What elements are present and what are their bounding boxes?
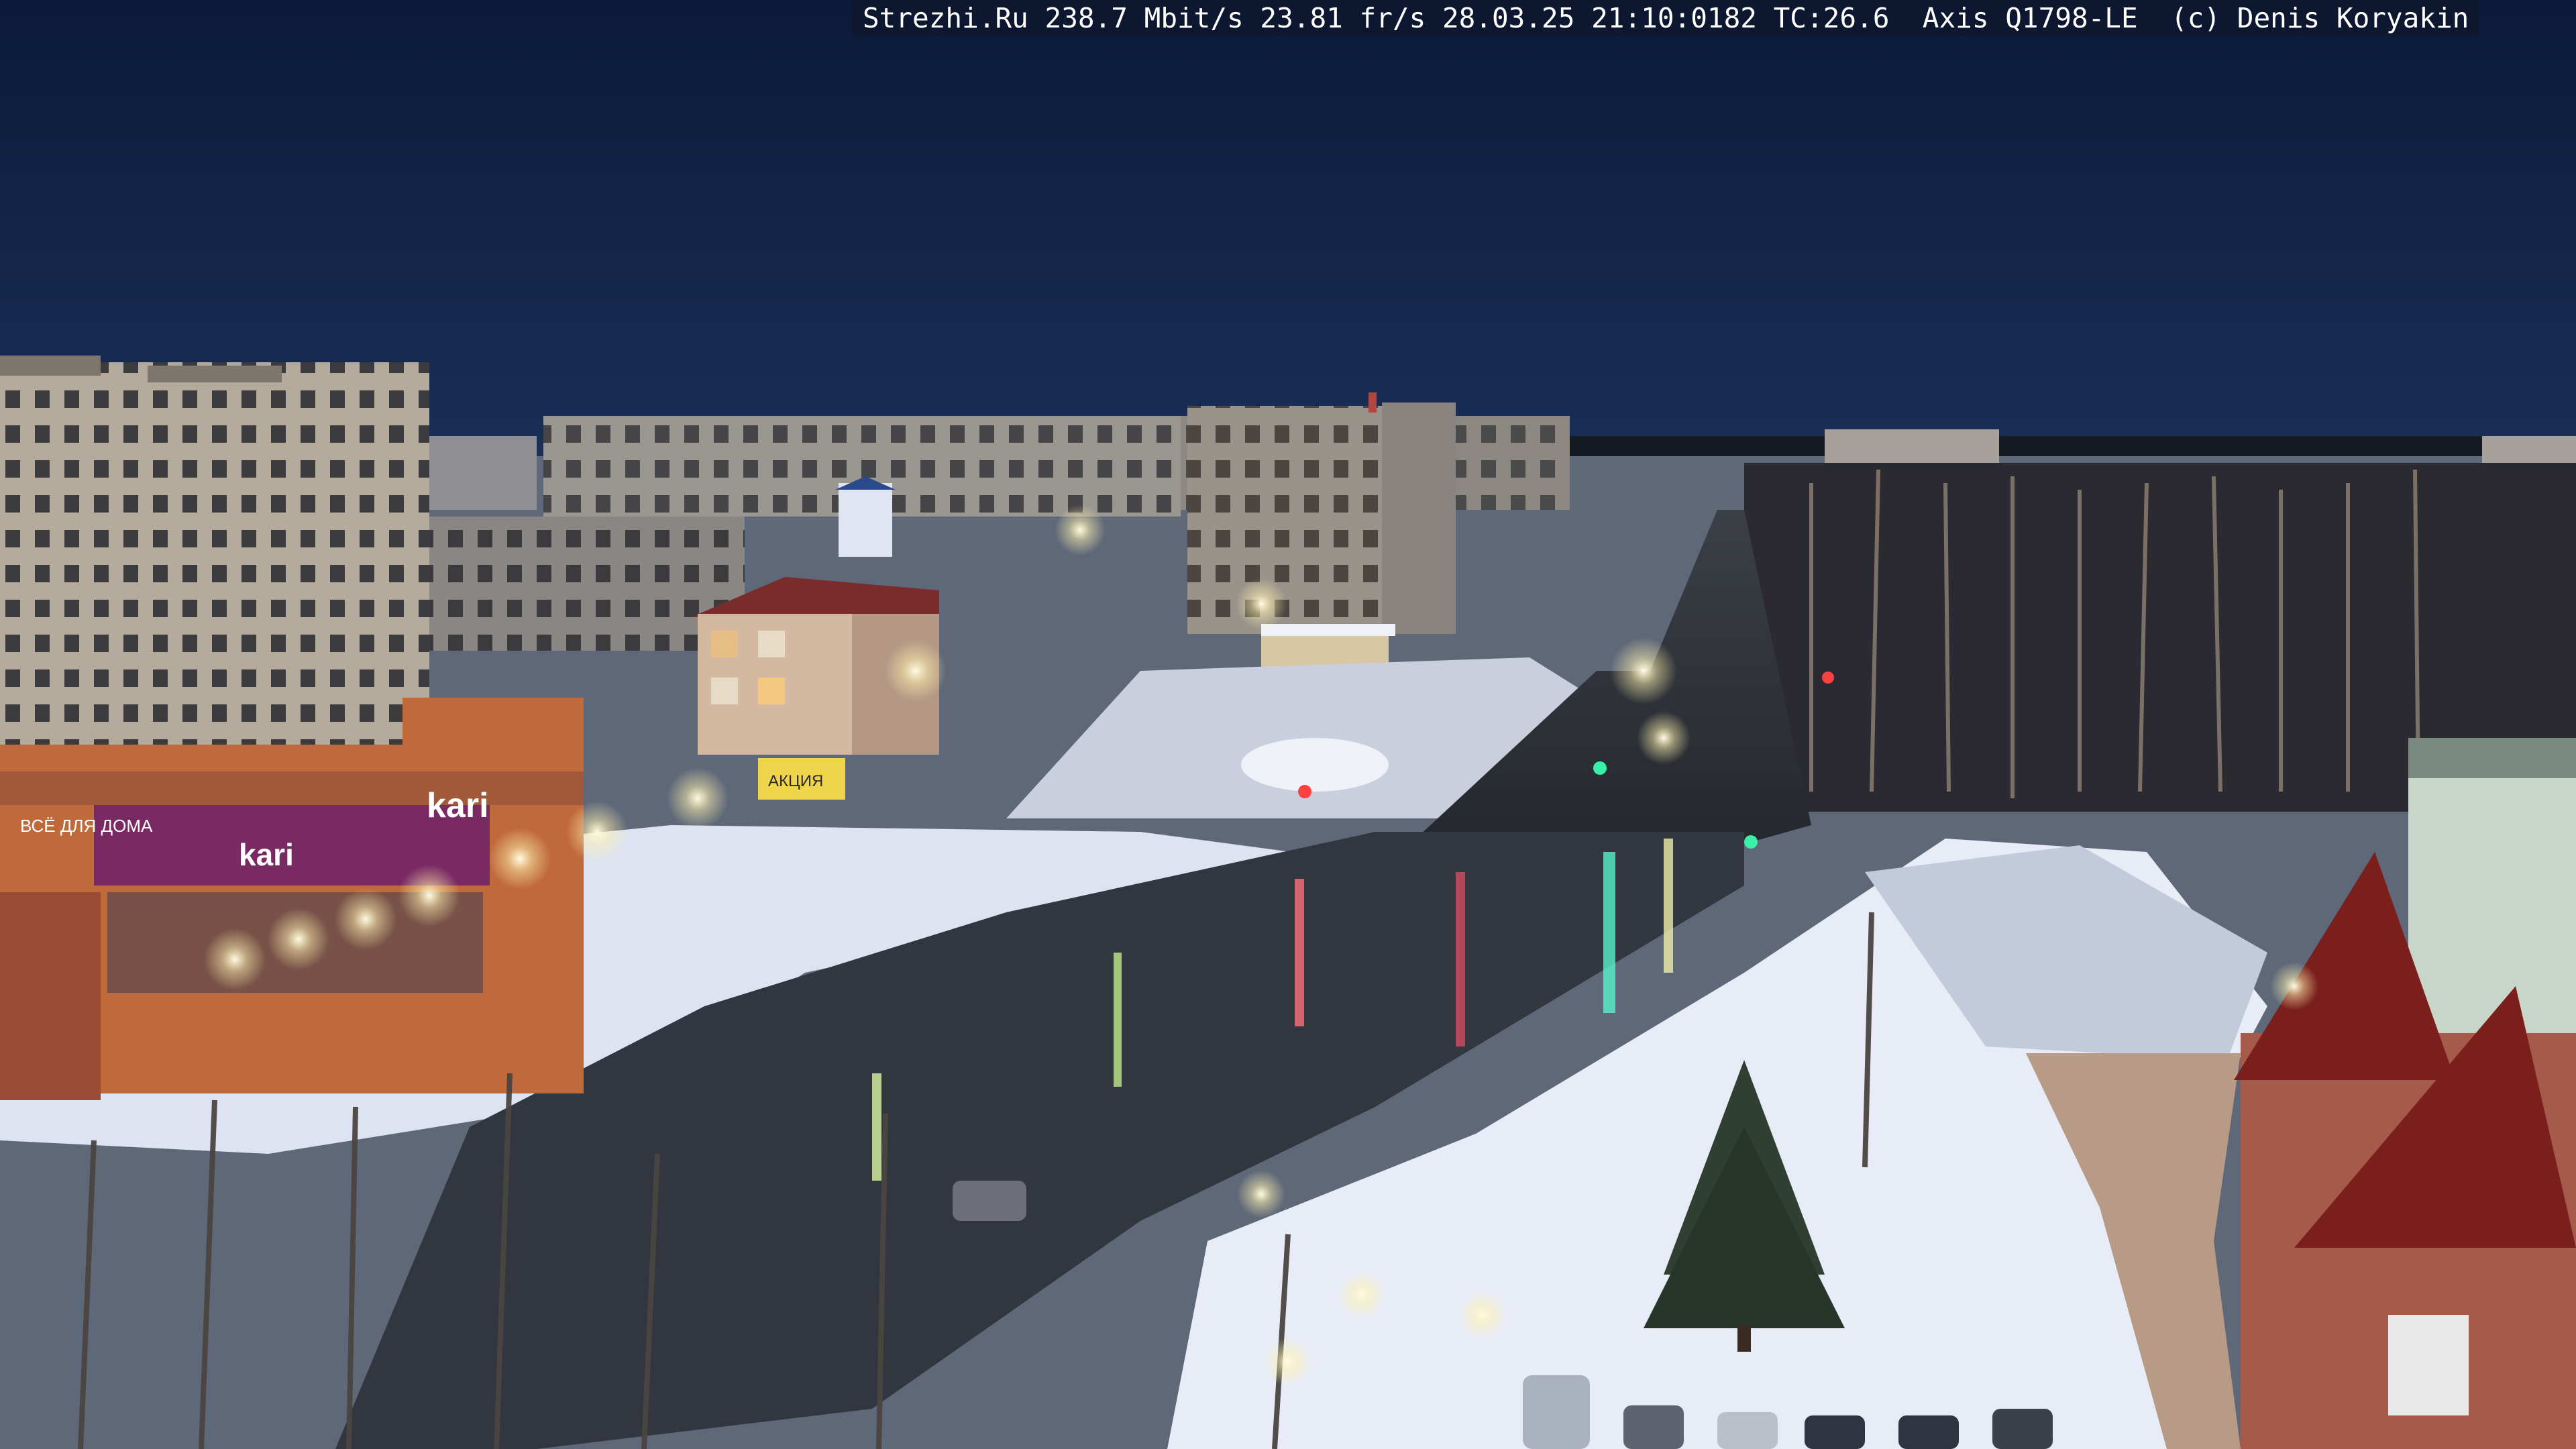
store-sign-kari: kari [427, 786, 489, 825]
webcam-city-night-scene: kari kari ВСЁ ДЛЯ ДОМА АКЦИЯ [0, 0, 2576, 1449]
store-sign-home: ВСЁ ДЛЯ ДОМА [20, 816, 153, 836]
snow-pile [1241, 738, 1389, 792]
billboard: АКЦИЯ [758, 758, 845, 800]
camera-info-overlay: Strezhi.Ru 238.7 Mbit/s 23.81 fr/s 28.03… [852, 0, 2480, 36]
moving-car [953, 1181, 1026, 1221]
svg-text:АКЦИЯ: АКЦИЯ [768, 772, 823, 790]
tall-apartment-block [1187, 392, 1456, 634]
shopping-center-left: kari kari ВСЁ ДЛЯ ДОМА [0, 698, 584, 1100]
store-sign-small: kari [239, 837, 294, 872]
left-apartment-building [0, 356, 429, 792]
